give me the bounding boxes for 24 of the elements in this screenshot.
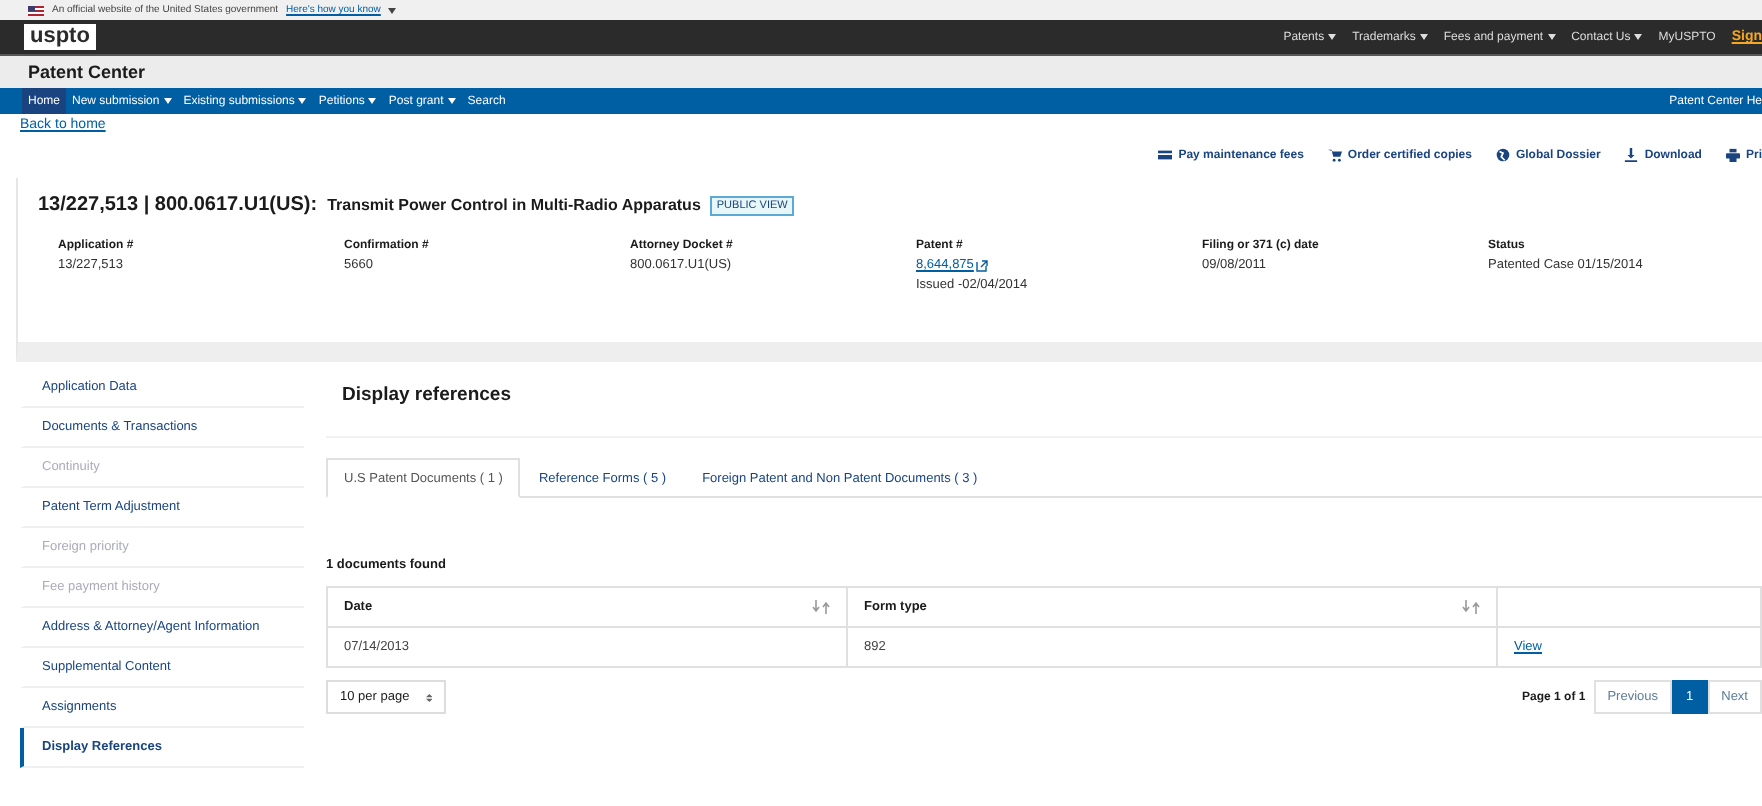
flag-icon <box>28 5 44 15</box>
application-title: Transmit Power Control in Multi-Radio Apparatus <box>327 196 701 214</box>
caret-icon <box>388 7 397 13</box>
external-link-icon <box>975 259 988 271</box>
globe-icon <box>1495 148 1510 162</box>
caret-icon <box>1328 34 1337 40</box>
caret-icon <box>1419 34 1428 40</box>
application-number: 13/227,513 | 800.0617.U1(US): <box>38 194 318 216</box>
caret-icon <box>1547 34 1556 40</box>
caret-icon <box>163 98 172 104</box>
logo[interactable]: uspto <box>24 24 96 50</box>
cart-icon <box>1327 148 1342 162</box>
download-icon <box>1624 148 1639 162</box>
select-arrows-icon <box>425 691 432 703</box>
caret-icon <box>368 98 377 104</box>
caret-icon <box>298 98 307 104</box>
app-title: Patent Center <box>0 56 1762 88</box>
section-heading: Display references <box>326 382 1762 438</box>
printer-icon <box>1725 148 1740 162</box>
card-icon <box>1158 148 1173 162</box>
caret-icon <box>447 98 456 104</box>
caret-icon <box>1634 34 1643 40</box>
sort-icon[interactable] <box>812 600 830 614</box>
sort-icon[interactable] <box>1462 600 1480 614</box>
